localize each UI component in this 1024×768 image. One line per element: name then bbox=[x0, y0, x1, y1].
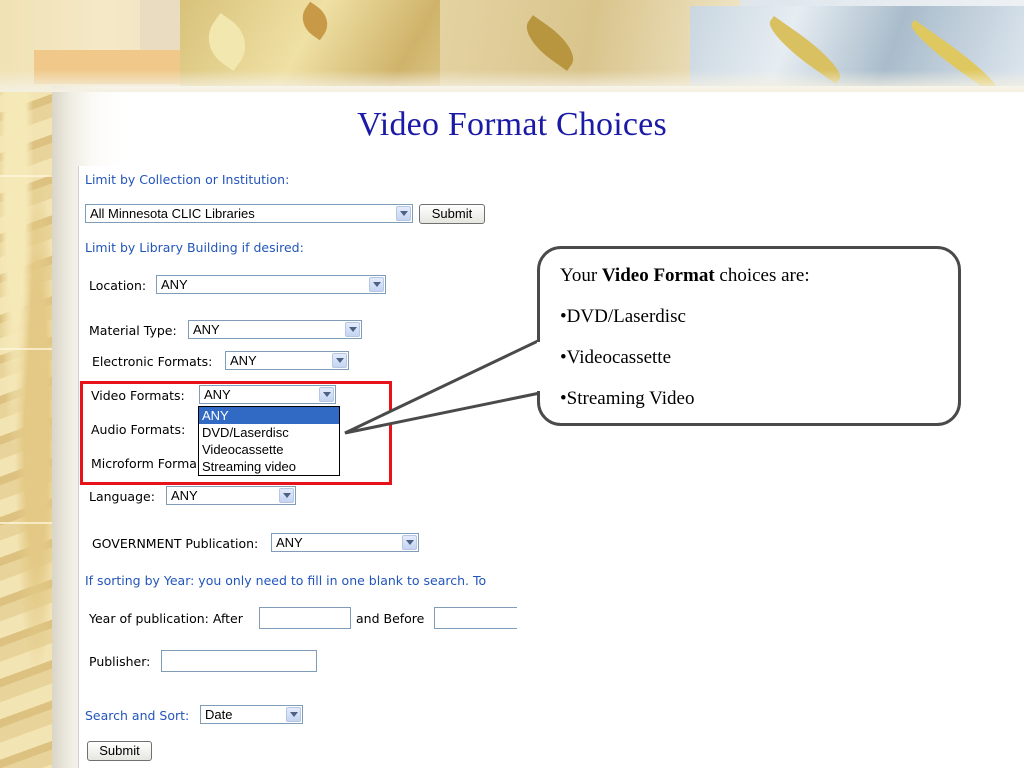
callout-item-videocassette: •Videocassette bbox=[560, 347, 672, 368]
search-sort-select[interactable]: Date bbox=[200, 705, 303, 724]
language-select[interactable]: ANY bbox=[166, 486, 296, 505]
electronic-formats-label: Electronic Formats: bbox=[92, 354, 213, 369]
language-select-value: ANY bbox=[171, 488, 198, 503]
chevron-down-icon[interactable] bbox=[396, 206, 411, 221]
collection-select[interactable]: All Minnesota CLIC Libraries bbox=[85, 204, 413, 223]
callout-seam bbox=[537, 342, 543, 391]
chevron-down-icon[interactable] bbox=[286, 707, 301, 722]
year-before-label: and Before bbox=[356, 611, 425, 626]
callout-box: Your Video Format choices are: •DVD/Lase… bbox=[537, 246, 961, 426]
callout-item-dvd: •DVD/Laserdisc bbox=[560, 306, 686, 327]
year-search-note: If sorting by Year: you only need to fil… bbox=[85, 573, 487, 588]
chevron-down-icon[interactable] bbox=[369, 277, 384, 292]
banner-fade bbox=[0, 70, 1024, 92]
location-select-value: ANY bbox=[161, 277, 188, 292]
submit-search-button[interactable]: Submit bbox=[87, 741, 152, 761]
search-sort-label: Search and Sort: bbox=[85, 708, 190, 723]
slide-title: Video Format Choices bbox=[357, 106, 667, 143]
collection-select-value: All Minnesota CLIC Libraries bbox=[90, 206, 255, 221]
callout-intro-prefix: Your bbox=[560, 265, 602, 286]
callout-intro: Your Video Format choices are: bbox=[560, 263, 958, 288]
callout-intro-bold: Video Format bbox=[601, 265, 715, 286]
building-label: Limit by Library Building if desired: bbox=[85, 240, 304, 255]
material-type-select[interactable]: ANY bbox=[188, 320, 362, 339]
search-sort-select-value: Date bbox=[205, 707, 233, 722]
chevron-down-icon[interactable] bbox=[345, 322, 360, 337]
callout-intro-suffix: choices are: bbox=[714, 265, 810, 286]
material-type-label: Material Type: bbox=[89, 323, 177, 338]
material-type-select-value: ANY bbox=[193, 322, 220, 337]
government-publication-select[interactable]: ANY bbox=[271, 533, 419, 552]
chevron-down-icon[interactable] bbox=[279, 488, 294, 503]
location-select[interactable]: ANY bbox=[156, 275, 386, 294]
location-label: Location: bbox=[89, 278, 147, 293]
year-after-input[interactable] bbox=[259, 607, 351, 629]
year-after-label: Year of publication: After bbox=[89, 611, 243, 626]
electronic-formats-select[interactable]: ANY bbox=[225, 351, 349, 370]
publisher-input[interactable] bbox=[161, 650, 317, 672]
year-before-input[interactable] bbox=[434, 607, 517, 629]
government-publication-select-value: ANY bbox=[276, 535, 303, 550]
electronic-formats-select-value: ANY bbox=[230, 353, 257, 368]
video-formats-highlight bbox=[80, 381, 392, 485]
publisher-label: Publisher: bbox=[89, 654, 151, 669]
collection-label: Limit by Collection or Institution: bbox=[85, 172, 290, 187]
government-publication-label: GOVERNMENT Publication: bbox=[92, 536, 259, 551]
chevron-down-icon[interactable] bbox=[332, 353, 347, 368]
language-label: Language: bbox=[89, 489, 155, 504]
callout-item-streaming: •Streaming Video bbox=[560, 388, 695, 409]
submit-collection-button[interactable]: Submit bbox=[419, 204, 485, 224]
chevron-down-icon[interactable] bbox=[402, 535, 417, 550]
